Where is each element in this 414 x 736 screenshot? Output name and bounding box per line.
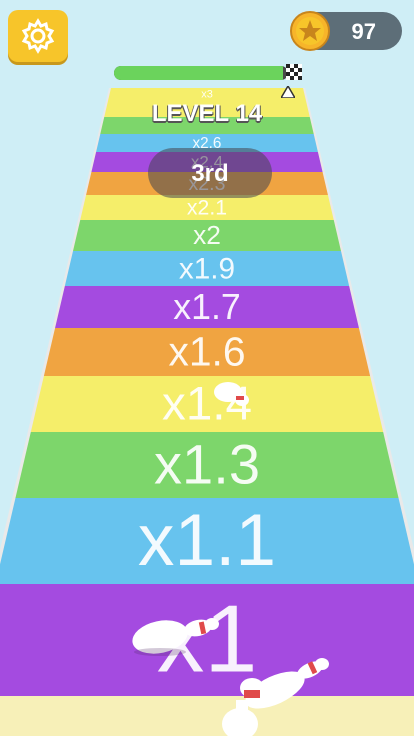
- checkered-flag-icon: [286, 64, 302, 80]
- multiplier-band: [0, 696, 414, 736]
- multiplier-label: x2: [193, 220, 221, 250]
- multiplier-band: x1.1: [0, 498, 414, 584]
- rank-text: 3rd: [191, 160, 229, 187]
- multiplier-band: x1.7: [55, 286, 359, 328]
- multiplier-band: x1.3: [15, 432, 399, 498]
- multiplier-label: x3: [201, 88, 213, 100]
- multiplier-band: x1.6: [43, 328, 371, 376]
- coin-counter: 97: [290, 11, 402, 51]
- multiplier-label: x1.9: [179, 252, 235, 285]
- multiplier-band: x1.4: [30, 376, 384, 432]
- multiplier-label: x2.1: [187, 196, 227, 220]
- coin-star-icon: [290, 11, 330, 51]
- multiplier-label: x1.6: [168, 328, 245, 374]
- multiplier-band: x1.9: [64, 251, 350, 286]
- player-marker-icon: [281, 86, 295, 98]
- level-title: LEVEL 14: [151, 100, 263, 127]
- band-surface: [0, 696, 414, 736]
- multiplier-label: x1.3: [154, 432, 260, 495]
- multiplier-label: x1.7: [173, 287, 240, 327]
- settings-button[interactable]: [8, 10, 68, 62]
- multiplier-band: x1: [0, 584, 414, 696]
- level-progress-bar: [114, 66, 288, 80]
- rank-badge: 3rd: [148, 148, 272, 198]
- multiplier-band: x2: [73, 220, 341, 251]
- multiplier-band: x2.1: [80, 195, 334, 220]
- multiplier-band: x3: [108, 88, 306, 100]
- multiplier-label: x1.1: [138, 500, 276, 581]
- gear-icon: [21, 18, 55, 54]
- level-progress-fill: [114, 66, 283, 80]
- coin-count: 97: [351, 19, 376, 44]
